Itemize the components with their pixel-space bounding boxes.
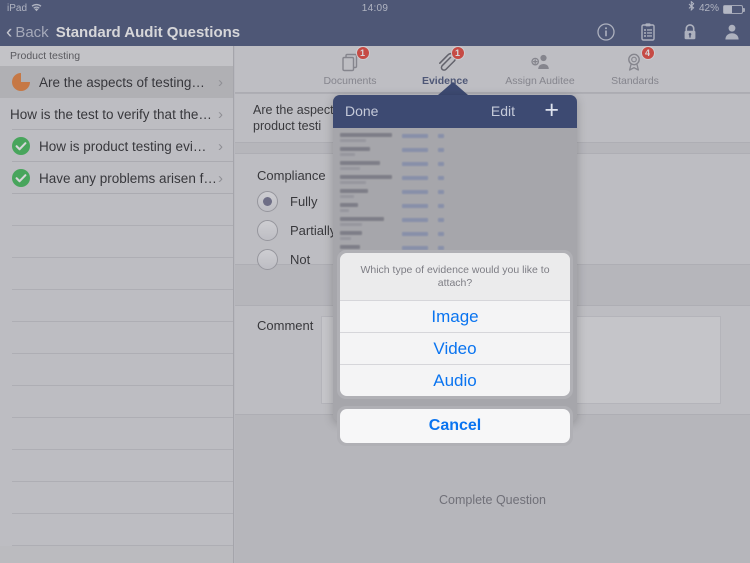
edit-button[interactable]: Edit: [491, 95, 515, 128]
sidebar-item-label: How is product testing evi…: [39, 138, 207, 154]
radio-label: Partially: [290, 223, 337, 238]
sidebar-empty-rows: [0, 194, 233, 546]
documents-icon: 1: [340, 46, 370, 73]
radio-button[interactable]: [257, 249, 278, 270]
evidence-action-sheet[interactable]: Which type of evidence would you like to…: [337, 250, 573, 453]
radio-label: Not: [290, 252, 311, 267]
sidebar-empty-row: [0, 194, 233, 226]
status-bar-time: 14:09: [361, 3, 389, 14]
paperclip-icon: 1: [435, 46, 465, 73]
sidebar-empty-row: [0, 226, 233, 258]
back-chevron-icon[interactable]: ‹: [6, 23, 12, 42]
chevron-right-icon: ›: [218, 137, 223, 155]
lock-icon[interactable]: [680, 22, 700, 42]
status-partial-icon: [10, 71, 32, 93]
sidebar-item-label: Have any problems arisen f…: [39, 170, 217, 186]
back-button[interactable]: Back: [15, 24, 48, 41]
sidebar-empty-row: [0, 290, 233, 322]
action-audio-button[interactable]: Audio: [340, 364, 570, 396]
battery-percent: 42%: [698, 3, 719, 14]
tab-standards[interactable]: 4 Standards: [588, 46, 683, 93]
action-sheet-cancel-group: Cancel: [337, 406, 573, 446]
status-complete-icon: [10, 135, 32, 157]
sidebar-empty-row: [0, 450, 233, 482]
sidebar-empty-row: [0, 482, 233, 514]
award-icon: 4: [625, 46, 655, 73]
tab-documents[interactable]: 1 Documents: [303, 46, 398, 93]
evidence-list-preview: [338, 131, 448, 338]
status-bar: iPad 14:09 42%: [0, 0, 750, 18]
sidebar-empty-row: [0, 258, 233, 290]
question-sidebar[interactable]: Product testing Are the aspects of testi…: [0, 46, 234, 563]
sidebar-item-question-3[interactable]: How is product testing evi… ›: [0, 130, 233, 162]
chevron-right-icon: ›: [218, 105, 223, 123]
sidebar-section-header: Product testing: [0, 46, 233, 66]
tab-label: Standards: [611, 75, 659, 87]
status-bar-right: 42%: [688, 0, 745, 18]
sidebar-empty-row: [0, 514, 233, 546]
sidebar-empty-row: [0, 418, 233, 450]
nav-left-group[interactable]: ‹ Back Standard Audit Questions: [6, 18, 240, 46]
tab-label: Assign Auditee: [505, 75, 575, 87]
sidebar-item-question-2[interactable]: How is the test to verify that the… ›: [0, 98, 233, 130]
page-title: Standard Audit Questions: [55, 23, 241, 41]
action-image-button[interactable]: Image: [340, 300, 570, 332]
battery-icon: [723, 4, 745, 14]
cancel-button[interactable]: Cancel: [340, 409, 570, 443]
popover-arrow: [438, 82, 468, 95]
action-sheet-title: Which type of evidence would you like to…: [340, 253, 570, 300]
sidebar-empty-row: [0, 386, 233, 418]
clipboard-icon[interactable]: [638, 22, 658, 42]
tab-bar[interactable]: 1 Documents 1 Evidence Assign Auditee 4 …: [235, 46, 750, 93]
tab-label: Documents: [323, 75, 377, 87]
badge-count: 1: [355, 46, 370, 60]
user-icon[interactable]: [722, 22, 742, 42]
nav-right-group: [596, 18, 742, 46]
add-icon[interactable]: +: [544, 95, 559, 128]
action-sheet-options-group: Which type of evidence would you like to…: [337, 250, 573, 399]
sidebar-item-question-1[interactable]: Are the aspects of testing… ›: [0, 66, 233, 98]
status-complete-icon: [10, 167, 32, 189]
popover-header: Done Edit +: [333, 95, 577, 128]
sidebar-item-label: Are the aspects of testing…: [39, 74, 205, 90]
chevron-right-icon: ›: [218, 169, 223, 187]
radio-button[interactable]: [257, 191, 278, 212]
action-video-button[interactable]: Video: [340, 332, 570, 364]
badge-count: 4: [640, 46, 655, 60]
sidebar-item-label: How is the test to verify that the…: [10, 106, 212, 122]
add-person-icon: [530, 51, 551, 73]
sidebar-empty-row: [0, 322, 233, 354]
radio-button[interactable]: [257, 220, 278, 241]
navigation-bar: ‹ Back Standard Audit Questions: [0, 18, 750, 46]
tab-assign-auditee[interactable]: Assign Auditee: [493, 46, 588, 93]
badge-count: 1: [450, 46, 465, 60]
chevron-right-icon: ›: [218, 73, 223, 91]
sidebar-empty-row: [0, 354, 233, 386]
info-icon[interactable]: [596, 22, 616, 42]
sidebar-item-question-4[interactable]: Have any problems arisen f… ›: [0, 162, 233, 194]
done-button[interactable]: Done: [345, 95, 378, 128]
radio-label: Fully: [290, 194, 318, 209]
ipad-screen: iPad 14:09 42% ‹ Back Standard Audit Que…: [0, 0, 750, 563]
bluetooth-icon: [688, 0, 695, 18]
complete-question-button[interactable]: Complete Question: [235, 493, 750, 507]
